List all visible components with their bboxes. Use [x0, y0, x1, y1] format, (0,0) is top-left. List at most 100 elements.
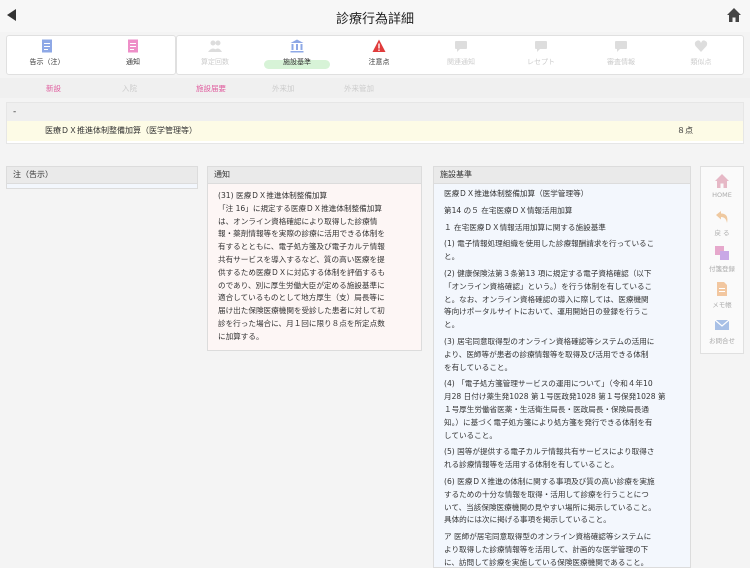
home-icon[interactable] — [726, 7, 742, 23]
kijun-text-line: と。なお、オンライン資格確認の導入に際しては、医療機関 — [444, 294, 649, 304]
kijun-paragraph: (4) 「電子処方箋管理サービスの運用について」（令和４年10 月28 日付け薬生… — [444, 378, 681, 442]
toolbar: 告示（注） 通知 算定回数 施設基準 注意点 関連通知 レセプト 審査情報 類似… — [0, 32, 750, 76]
right-sidebar: HOME 戻 る 付箋登録 メモ帳 お問合せ — [700, 166, 744, 354]
kijun-text-line: いて、当該保険医療機関の見やすい場所に掲示していること。 — [444, 502, 656, 512]
receipt-button[interactable]: レセプト — [519, 39, 563, 73]
kijun-text-line: ア 医師が居宅同意取得型のオンライン資格確認等システムに — [444, 532, 652, 542]
tsuchi-text-line: 供するため医療ＤＸに対応する体制を評価するも — [218, 267, 386, 277]
undo-icon — [716, 211, 728, 223]
tsuchi-panel: 通知 (31) 医療ＤＸ推進体制整備加算「注 16」に規定する医療ＤＸ推進体制整… — [207, 166, 422, 351]
chuiten-button[interactable]: 注意点 — [357, 39, 401, 73]
tsuchi-text-line: 報・薬剤情報等を実際の診療に活用できる体制を — [218, 229, 385, 239]
kijun-text-line: に、訪問して診療を実施している保険医療機関であること。 — [444, 557, 649, 567]
tsuchi-text-line: 診を行った場合に、月１回に限り８点を所定点数 — [218, 318, 385, 328]
kijun-text-line: (5) 国等が提供する電子カルテ情報共有サービスにより取得さ — [444, 447, 655, 457]
kijun-text-line: 具体的には次に掲げる事項を掲示していること。 — [444, 515, 611, 525]
kokuji-button[interactable]: 告示（注） — [25, 39, 69, 73]
kijun-text-line: 知。）に基づく電子処方箋により処方箋を発行できる体制を有 — [444, 417, 653, 427]
sidebar-back-button[interactable]: 戻 る — [701, 209, 743, 237]
tsuchi-text-line: は、オンライン資格確認により取得した診療情 — [218, 216, 378, 226]
kijun-text-line: するための十分な情報を取得・活用して診療を行うことにつ — [444, 489, 649, 499]
kijun-text-line: (1) 電子情報処理組織を使用した診療報酬請求を行っているこ — [444, 239, 655, 249]
tsuchi-text-line: 共有サービスを導入するなど、質の高い医療を提 — [218, 254, 385, 264]
kijun-text-line: (2) 健康保険法第３条第13 項に規定する電子資格確認（以下 — [444, 268, 652, 278]
shinsa-joho-button[interactable]: 審査情報 — [599, 39, 643, 73]
sidebar-fusen-button[interactable]: 付箋登録 — [701, 245, 743, 273]
document-icon — [128, 39, 138, 53]
tsuchi-text-line: (31) 医療ＤＸ推進体制整備加算 — [218, 191, 328, 200]
kijun-text-line: 等向けポータルサイトにおいて、運用開始日の登録を行うこ — [444, 307, 649, 317]
page-title: 診療行為詳細 — [335, 12, 414, 27]
kijun-paragraph: (5) 国等が提供する電子カルテ情報共有サービスにより取得さ れる診療情報等を活用… — [444, 446, 681, 472]
tsuchi-panel-title: 通知 — [208, 167, 421, 184]
kijun-paragraph: ア 医師が居宅同意取得型のオンライン資格確認等システムに より取得した診療情報等を… — [444, 531, 681, 567]
shisetsu-kijun-button[interactable]: 施設基準 — [264, 39, 330, 73]
kijun-paragraph: １ 在宅医療ＤＸ情報活用加算に関する施設基準 — [444, 222, 681, 235]
kijun-text-line: (3) 居宅同意取得型のオンライン資格確認等システムの活用に — [444, 336, 655, 346]
building-icon — [290, 39, 304, 53]
warning-icon — [372, 39, 386, 52]
tab-gairai-ka[interactable]: 外来加 — [272, 83, 295, 94]
home-icon — [715, 174, 729, 188]
sidebar-home-button[interactable]: HOME — [701, 173, 743, 199]
tab-shisetsu-todoke[interactable]: 施設届要 — [196, 83, 226, 94]
tab-shinsetsu[interactable]: 新設 — [46, 83, 61, 94]
kijun-text-line: より、医師等が患者の診療情報等を取得及び活用できる体制 — [444, 349, 649, 359]
kijun-text-line: より取得した診療情報等を活用して、計画的な医学管理の下 — [444, 544, 649, 554]
tsuchi-text-line: に加算する。 — [218, 331, 264, 341]
tsuchi-text-line: 有するとともに、電子処方箋及び電子カルテ情報 — [218, 242, 385, 252]
kijun-text-line: していること。 — [444, 430, 497, 440]
section-header: - — [7, 103, 743, 121]
tsuchi-text-line: のであり、別に厚生労働大臣が定める施設基準に — [218, 280, 385, 290]
sidebar-contact-button[interactable]: お問合せ — [701, 317, 743, 345]
kijun-paragraph: (2) 健康保険法第３条第13 項に規定する電子資格確認（以下 「オンライン資格確… — [444, 268, 681, 332]
title-bar: 診療行為詳細 — [0, 0, 750, 33]
kijun-text-line: １号厚生労働省医薬・生活衛生局長・医政局長・保険局長通 — [444, 404, 650, 414]
kijun-text-line: １ 在宅医療ＤＸ情報活用加算に関する施設基準 — [444, 222, 606, 232]
kijun-paragraph: 医療ＤＸ推進体制整備加算（医学管理等） — [444, 188, 681, 201]
procedure-name: 医療ＤＸ推進体制整備加算（医学管理等） — [45, 126, 197, 135]
sticky-note-icon — [715, 246, 729, 260]
kokuji-panel: 注（告示） — [6, 166, 198, 189]
tab-gairai-kan-ka[interactable]: 外来管加 — [344, 83, 374, 94]
tsuchi-panel-body: (31) 医療ＤＸ推進体制整備加算「注 16」に規定する医療ＤＸ推進体制整備加算… — [208, 184, 421, 350]
chat-icon — [615, 41, 627, 52]
tsuchi-button[interactable]: 通知 — [111, 39, 155, 73]
filter-tabs: 新設 入院 施設届要 外来加 外来管加 — [0, 78, 750, 98]
toolbar-group-info: 算定回数 施設基準 注意点 関連通知 レセプト 審査情報 類似点 — [176, 35, 744, 75]
procedure-row[interactable]: 医療ＤＸ推進体制整備加算（医学管理等） ８点 — [7, 121, 743, 141]
santei-kaisu-button[interactable]: 算定回数 — [193, 39, 237, 73]
kijun-panel-title: 施設基準 — [434, 167, 690, 184]
heart-icon — [694, 40, 708, 52]
chat-icon — [455, 41, 467, 52]
kijun-text-line: と。 — [444, 320, 460, 330]
procedure-points: ８点 — [677, 126, 693, 135]
tsuchi-text-line: 届け出た保険医療機関を受診した患者に対して初 — [218, 306, 385, 316]
kijun-paragraph: 第14 の５ 在宅医療ＤＸ情報活用加算 — [444, 205, 681, 218]
document-icon — [42, 39, 52, 53]
kanren-tsuchi-button[interactable]: 関連通知 — [439, 39, 483, 73]
chat-icon — [535, 41, 547, 52]
kijun-text-line: を有していること。 — [444, 362, 513, 372]
kokuji-panel-title: 注（告示） — [7, 167, 197, 184]
kijun-text-line: (4) 「電子処方箋管理サービスの運用について」（令和４年10 — [444, 379, 653, 389]
kijun-text-line: と。 — [444, 252, 460, 262]
kijun-text-line: 医療ＤＸ推進体制整備加算（医学管理等） — [444, 189, 589, 198]
sidebar-memo-button[interactable]: メモ帳 — [701, 281, 743, 309]
tab-nyuin[interactable]: 入院 — [122, 83, 137, 94]
tsuchi-text-line: 「注 16」に規定する医療ＤＸ推進体制整備加算 — [218, 203, 382, 213]
users-icon — [208, 40, 222, 52]
kijun-text-line: (6) 医療ＤＸ推進の体制に関する事項及び質の高い診療を実施 — [444, 476, 655, 486]
mail-icon — [714, 319, 730, 330]
kijun-panel-body: 医療ＤＸ推進体制整備加算（医学管理等） 第14 の５ 在宅医療ＤＸ情報活用加算 １ … — [434, 184, 690, 567]
kijun-text-line: れる診療情報等を活用する体制を有していること。 — [444, 460, 619, 470]
kokuji-panel-body — [7, 184, 197, 188]
kijun-text-line: 月28 日付け薬生発1028 第１号医政発1028 第１号保発1028 第 — [444, 392, 666, 402]
memo-icon — [717, 282, 727, 296]
toolbar-group-documents: 告示（注） 通知 — [6, 35, 176, 75]
kijun-panel[interactable]: 施設基準 医療ＤＸ推進体制整備加算（医学管理等） 第14 の５ 在宅医療ＤＸ情報活… — [433, 166, 691, 568]
tsuchi-text-line: 適合しているものとして地方厚生（支）局長等に — [218, 293, 385, 303]
ruijiten-button[interactable]: 類似点 — [679, 39, 723, 73]
kijun-text-line: 「オンライン資格確認」という。）を行う体制を有しているこ — [444, 281, 653, 291]
procedure-section: - 医療ＤＸ推進体制整備加算（医学管理等） ８点 — [6, 102, 744, 144]
